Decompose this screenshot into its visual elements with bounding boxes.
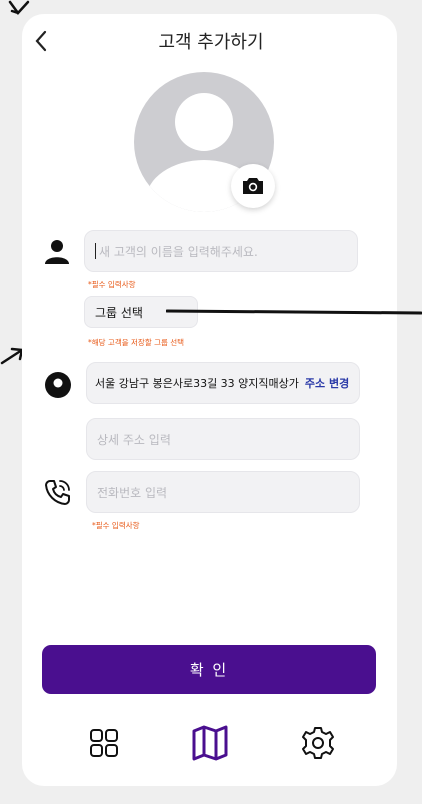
detail-address-placeholder: 상세 주소 입력 xyxy=(97,432,171,447)
confirm-button[interactable]: 확 인 xyxy=(42,645,376,694)
gear-icon[interactable] xyxy=(301,726,335,760)
group-hint: *해당 고객을 저장할 그룹 선택 xyxy=(88,338,185,347)
person-icon xyxy=(45,240,69,264)
phone-placeholder: 전화번호 입력 xyxy=(97,485,168,500)
camera-icon xyxy=(243,178,263,194)
location-pin-icon xyxy=(45,372,71,398)
detail-address-input[interactable]: 상세 주소 입력 xyxy=(86,418,360,460)
address-change-link[interactable]: 주소 변경 xyxy=(305,375,349,391)
phone-input[interactable]: 전화번호 입력 xyxy=(86,471,360,513)
map-icon[interactable] xyxy=(191,724,229,762)
address-value: 서울 강남구 봉은사로33길 33 양지직매상가 xyxy=(95,377,299,390)
name-required-hint: *필수 입력사항 xyxy=(88,280,136,289)
annotation-arrow-top xyxy=(8,0,30,15)
text-cursor xyxy=(95,243,96,259)
phone-required-hint: *필수 입력사항 xyxy=(92,521,140,530)
phone-icon xyxy=(45,480,70,505)
confirm-label: 확 인 xyxy=(189,661,229,679)
grid-icon[interactable] xyxy=(89,728,119,758)
group-select-label: 그룹 선택 xyxy=(95,305,143,320)
customer-name-placeholder: 새 고객의 이름을 입력해주세요. xyxy=(99,244,258,259)
annotation-line xyxy=(166,309,422,315)
address-field[interactable]: 서울 강남구 봉은사로33길 33 양지직매상가 주소 변경 xyxy=(86,362,360,404)
change-photo-button[interactable] xyxy=(231,164,275,208)
customer-name-input[interactable]: 새 고객의 이름을 입력해주세요. xyxy=(84,230,358,272)
page-title: 고객 추가하기 xyxy=(158,32,264,53)
